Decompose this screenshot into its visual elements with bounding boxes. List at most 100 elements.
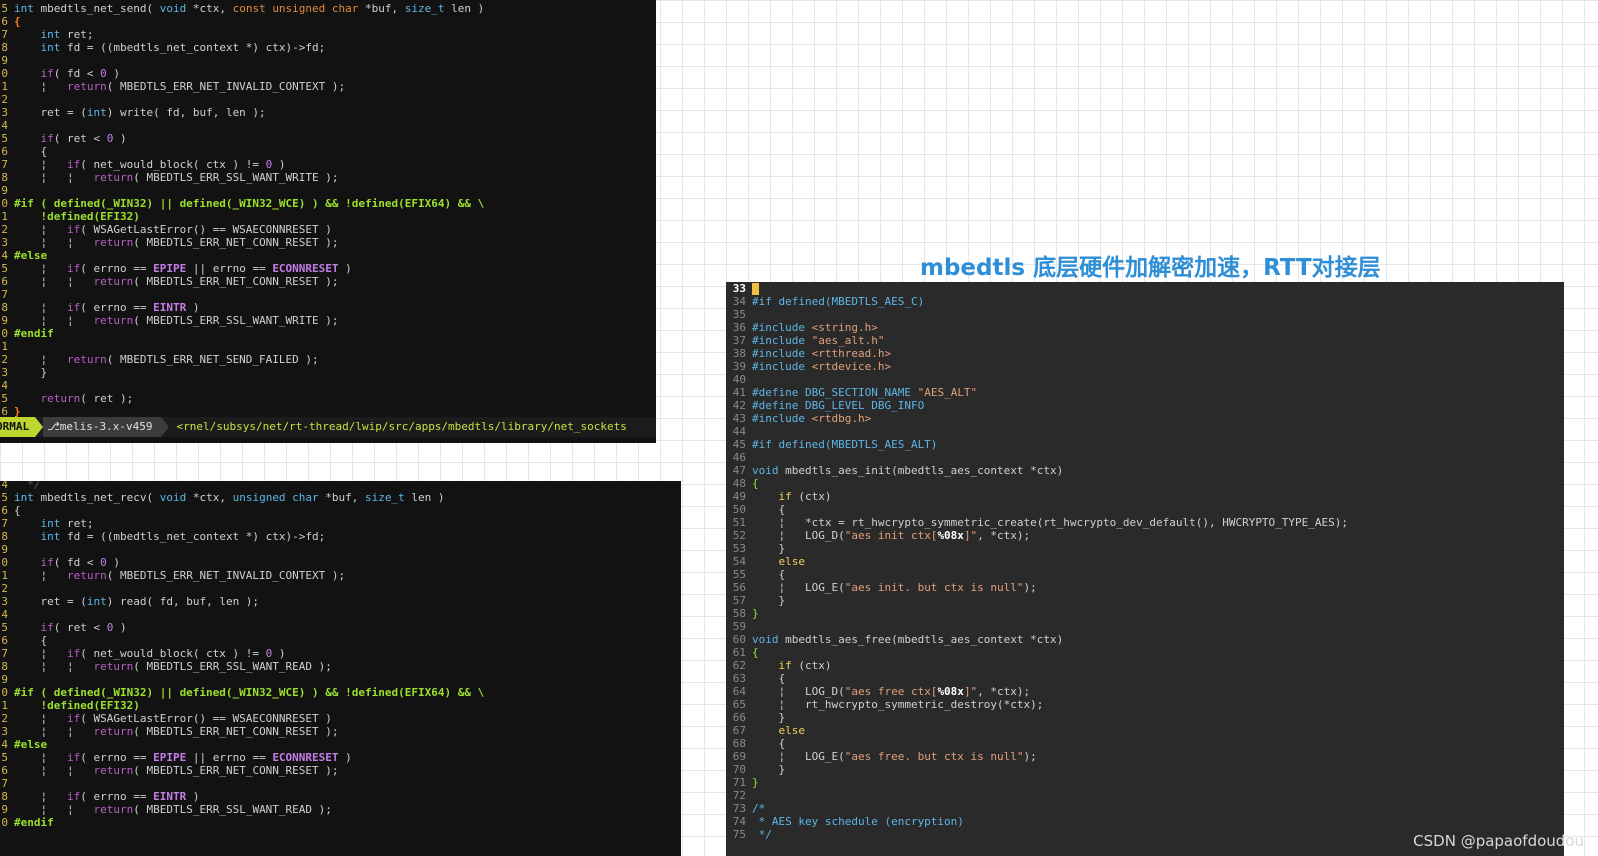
code-token: } xyxy=(752,763,786,776)
code-line: 46 xyxy=(726,451,1564,464)
code-token: "aes_alt.h" xyxy=(811,334,885,347)
code-token: ( errno == xyxy=(80,751,154,764)
code-line: 44 xyxy=(726,425,1564,438)
file-path: <rnel/subsys/net/rt-thread/lwip/src/apps… xyxy=(176,420,627,433)
code-token: , *ctx); xyxy=(977,685,1031,698)
code-token: ¦ ¦ xyxy=(14,275,94,288)
code-token: ]" xyxy=(963,685,978,698)
line-number: 1 xyxy=(1,340,8,353)
line-number: 68 xyxy=(732,737,746,750)
code-text: #endif xyxy=(14,816,54,829)
code-token: mbedtls_net_send( xyxy=(33,2,160,15)
code-token: ( errno == xyxy=(80,790,154,803)
line-number: 72 xyxy=(732,789,746,802)
line-number: 6 xyxy=(1,15,8,28)
code-token: ¦ xyxy=(14,80,67,93)
code-text: } xyxy=(752,607,759,620)
line-number: 0 xyxy=(1,686,8,699)
code-line: 0 #if ( defined(_WIN32) || defined(_WIN32… xyxy=(0,686,681,699)
code-line: 37 #include "aes_alt.h" xyxy=(726,334,1564,347)
code-line: 1 !defined(EFI32) xyxy=(0,699,681,712)
code-line: 4 xyxy=(0,608,681,621)
code-token: { xyxy=(752,477,759,490)
code-line: 0 #if ( defined(_WIN32) || defined(_WIN32… xyxy=(0,197,656,210)
code-token: const unsigned char xyxy=(232,2,359,15)
code-text: ¦ ¦ return( MBEDTLS_ERR_SSL_WANT_WRITE )… xyxy=(14,171,338,184)
line-number: 2 xyxy=(1,712,8,725)
code-token: #include xyxy=(752,412,812,425)
code-token: ) xyxy=(186,790,200,803)
code-line: 7 int ret; xyxy=(0,517,681,530)
code-token: ¦ xyxy=(14,223,67,236)
code-token: if xyxy=(778,490,792,503)
code-line: 64 ¦ LOG_D("aes free ctx[%08x]", *ctx); xyxy=(726,685,1564,698)
code-line: 4 xyxy=(0,379,656,392)
line-number: 6 xyxy=(1,764,8,777)
code-token: ) xyxy=(113,132,127,145)
code-token: ( MBEDTLS_ERR_SSL_WANT_READ ); xyxy=(133,660,332,673)
code-line: 71} xyxy=(726,776,1564,789)
code-token: int xyxy=(40,517,61,530)
code-token: ( ret < xyxy=(53,621,107,634)
code-line: 9 xyxy=(0,54,656,67)
code-line: 58} xyxy=(726,607,1564,620)
code-token: %08x xyxy=(937,529,964,542)
line-number: 41 xyxy=(732,386,746,399)
line-number: 8 xyxy=(1,660,8,673)
line-number: 3 xyxy=(1,366,8,379)
line-number: 3 xyxy=(1,725,8,738)
code-line: 2 ¦ if( WSAGetLastError() == WSAECONNRES… xyxy=(0,223,656,236)
code-text: ¦ ¦ return( MBEDTLS_ERR_NET_CONN_RESET )… xyxy=(14,236,338,249)
code-token: void xyxy=(752,633,779,646)
code-token: return xyxy=(93,314,134,327)
editor-aes-panel[interactable]: 33 34 #if defined(MBEDTLS_AES_C) 35 36 #inclu… xyxy=(726,282,1564,856)
code-line: 74 * AES key schedule (encryption) xyxy=(726,815,1564,828)
code-line: 8 ¦ ¦ return( MBEDTLS_ERR_SSL_WANT_WRITE… xyxy=(0,171,656,184)
code-send: 5 int mbedtls_net_send( void *ctx, const … xyxy=(0,2,656,418)
code-text: } xyxy=(752,542,785,555)
code-token: return xyxy=(93,764,134,777)
line-number: 8 xyxy=(1,41,8,54)
code-text: ¦ *ctx = rt_hwcrypto_symmetric_create(rt… xyxy=(752,516,1348,529)
code-text: ¦ return( MBEDTLS_ERR_NET_SEND_FAILED ); xyxy=(14,353,318,366)
code-token: #else xyxy=(14,249,48,262)
code-token: ¦ LOG_E( xyxy=(752,581,845,594)
code-token: ¦ xyxy=(14,790,67,803)
code-line: 0 if( fd < 0 ) xyxy=(0,67,656,80)
code-line: 3 ¦ ¦ return( MBEDTLS_ERR_NET_CONN_RESET… xyxy=(0,725,681,738)
editor-send-panel[interactable]: 5 int mbedtls_net_send( void *ctx, const … xyxy=(0,0,656,443)
code-text: #include <rtdevice.h> xyxy=(752,360,891,373)
code-token: ( ret ); xyxy=(80,392,134,405)
code-line: 67 else xyxy=(726,724,1564,737)
line-number: 1 xyxy=(1,210,8,223)
line-number: 6 xyxy=(1,504,8,517)
editor-recv-panel[interactable]: 4 */5 int mbedtls_net_recv( void *ctx, un… xyxy=(0,481,681,856)
code-text: { xyxy=(14,15,21,28)
code-token: <rtdbg.h> xyxy=(811,412,872,425)
code-token: <string.h> xyxy=(811,321,878,334)
code-text: ¦ return( MBEDTLS_ERR_NET_INVALID_CONTEX… xyxy=(14,569,345,582)
code-token: "aes init. but ctx is null" xyxy=(844,581,1024,594)
line-number: 9 xyxy=(1,673,8,686)
code-text: ¦ return( MBEDTLS_ERR_NET_INVALID_CONTEX… xyxy=(14,80,345,93)
code-token: { xyxy=(752,737,786,750)
code-token: if xyxy=(66,158,81,171)
code-token: { xyxy=(752,568,786,581)
line-number: 65 xyxy=(732,698,746,711)
code-text: if (ctx) xyxy=(752,490,832,503)
watermark: CSDN @papaofdoudou xyxy=(1413,832,1584,850)
code-line: 50 { xyxy=(726,503,1564,516)
code-token: } xyxy=(752,776,759,789)
code-line: 51 ¦ *ctx = rt_hwcrypto_symmetric_create… xyxy=(726,516,1564,529)
code-token: 0 xyxy=(100,67,107,80)
line-number: 9 xyxy=(1,54,8,67)
code-line: 48 { xyxy=(726,477,1564,490)
code-token: len ) xyxy=(404,491,445,504)
code-text: int mbedtls_net_send( void *ctx, const u… xyxy=(14,2,484,15)
line-number: 5 xyxy=(1,392,8,405)
